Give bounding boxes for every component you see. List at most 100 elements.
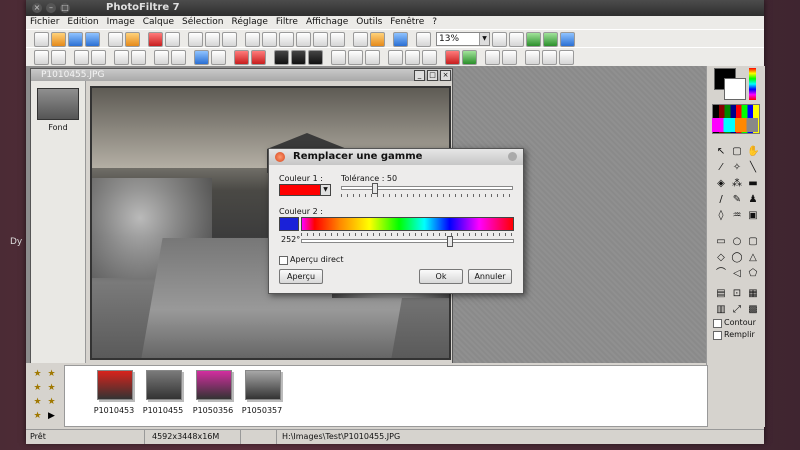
filter-1-icon[interactable] (34, 50, 49, 65)
selection-icon[interactable] (353, 32, 368, 47)
filter-9-icon[interactable] (194, 50, 209, 65)
maximize-window-button[interactable]: □ (60, 3, 70, 13)
filter-16-icon[interactable] (331, 50, 346, 65)
paste-icon[interactable] (222, 32, 237, 47)
filter-2-icon[interactable] (51, 50, 66, 65)
fit-window-icon[interactable] (543, 32, 558, 47)
filter-25-icon[interactable] (542, 50, 557, 65)
filter-8-icon[interactable] (171, 50, 186, 65)
menu-edition[interactable]: Edition (63, 16, 102, 29)
layer-thumbnail[interactable] (37, 88, 79, 120)
menu-fichier[interactable]: Fichier (26, 16, 63, 29)
color2-swatch[interactable] (279, 217, 299, 231)
thumbnail-image[interactable] (146, 370, 182, 400)
filter-11-icon[interactable] (234, 50, 249, 65)
filter-21-icon[interactable] (422, 50, 437, 65)
hand-icon[interactable]: ✋ (747, 146, 759, 158)
background-color[interactable] (724, 78, 746, 100)
canvas-size-icon[interactable] (296, 32, 311, 47)
play-icon[interactable]: ▶ (46, 411, 57, 422)
hue-slider[interactable] (301, 239, 514, 243)
folder-up-icon[interactable]: ★ (46, 369, 57, 380)
fullscreen-icon[interactable] (416, 32, 431, 47)
zoom-in-icon[interactable] (492, 32, 507, 47)
align-h-icon[interactable]: ▤ (715, 288, 727, 300)
menu-fenetre[interactable]: Fenêtre (386, 16, 428, 29)
pencil-icon[interactable]: ✎ (731, 194, 743, 206)
filter-17-icon[interactable] (348, 50, 363, 65)
save-as-icon[interactable] (85, 32, 100, 47)
fill-checkbox[interactable] (713, 331, 722, 340)
align-v-icon[interactable]: ▥ (715, 304, 727, 316)
tolerance-slider-handle[interactable] (372, 183, 379, 194)
folder-settings-icon[interactable]: ★ (32, 411, 43, 422)
brush-icon[interactable]: / (715, 194, 727, 206)
folder-icon[interactable]: ★ (32, 369, 43, 380)
menu-selection[interactable]: Sélection (178, 16, 227, 29)
filter-10-icon[interactable] (211, 50, 226, 65)
spray-icon[interactable]: ⁂ (731, 178, 743, 190)
thumbnail-image[interactable] (196, 370, 232, 400)
monitor-icon[interactable] (560, 32, 575, 47)
minimize-window-button[interactable]: – (46, 3, 56, 13)
menu-calque[interactable]: Calque (139, 16, 178, 29)
filter-13-icon[interactable] (274, 50, 289, 65)
polygon-icon[interactable]: ⬠ (747, 268, 759, 280)
color-palette-row2[interactable] (712, 118, 758, 132)
select-icon[interactable]: ▢ (731, 146, 743, 158)
doc-maximize-button[interactable]: □ (427, 70, 438, 81)
filter-3-icon[interactable] (74, 50, 89, 65)
pointer-icon[interactable]: ↖ (715, 146, 727, 158)
diamond-shape-icon[interactable]: ◇ (715, 252, 727, 264)
zoom-select[interactable]: 13% ▼ (436, 32, 490, 46)
align-fit-icon[interactable]: ▦ (747, 288, 759, 300)
text-icon[interactable] (330, 32, 345, 47)
hue-slider-handle[interactable] (446, 236, 453, 247)
filter-19-icon[interactable] (388, 50, 403, 65)
folder-back-icon[interactable]: ★ (32, 383, 43, 394)
auto-level-icon[interactable] (370, 32, 385, 47)
color-spectrum[interactable] (749, 68, 756, 100)
filter-26-icon[interactable] (559, 50, 574, 65)
clone-icon[interactable]: ▣ (747, 210, 759, 222)
menu-reglage[interactable]: Réglage (228, 16, 272, 29)
lasso-icon[interactable]: ⌒ (715, 268, 727, 280)
filter-22-icon[interactable] (485, 50, 500, 65)
align-center-icon[interactable]: ⊡ (731, 288, 743, 300)
chevron-down-icon[interactable]: ▼ (320, 184, 331, 196)
menu-help[interactable]: ? (428, 16, 441, 29)
filter-23-icon[interactable] (502, 50, 517, 65)
filter-20-icon[interactable] (405, 50, 420, 65)
redo-icon[interactable] (165, 32, 180, 47)
contour-checkbox[interactable] (713, 319, 722, 328)
crop-icon[interactable] (262, 32, 277, 47)
line-icon[interactable]: ╲ (747, 162, 759, 174)
filter-4-icon[interactable] (91, 50, 106, 65)
paste-new-icon[interactable] (245, 32, 260, 47)
window-icon[interactable] (393, 32, 408, 47)
chevron-down-icon[interactable]: ▼ (479, 33, 489, 45)
ok-button[interactable]: Ok (419, 269, 463, 284)
preview-button[interactable]: Aperçu (279, 269, 323, 284)
doc-minimize-button[interactable]: _ (414, 70, 425, 81)
scan-icon[interactable] (125, 32, 140, 47)
menu-image[interactable]: Image (103, 16, 139, 29)
actual-size-icon[interactable] (526, 32, 541, 47)
cut-icon[interactable] (188, 32, 203, 47)
undo-icon[interactable] (148, 32, 163, 47)
eyedropper-icon[interactable]: ⁄ (715, 162, 727, 174)
circle-shape-icon[interactable]: ◯ (731, 252, 743, 264)
smudge-icon[interactable]: ♒ (731, 210, 743, 222)
triangle-shape-icon[interactable]: △ (747, 252, 759, 264)
stamp-icon[interactable]: ♟ (747, 194, 759, 206)
rgb-filter-icon[interactable] (462, 50, 477, 65)
menu-filtre[interactable]: Filtre (272, 16, 302, 29)
ellipse-shape-icon[interactable]: ○ (731, 236, 743, 248)
filter-5-icon[interactable] (114, 50, 129, 65)
copy-icon[interactable] (205, 32, 220, 47)
tolerance-slider[interactable] (341, 186, 513, 190)
fill-icon[interactable]: ◈ (715, 178, 727, 190)
color1-swatch[interactable] (279, 184, 321, 196)
magic-wand-icon[interactable]: ✧ (731, 162, 743, 174)
new-file-icon[interactable] (34, 32, 49, 47)
